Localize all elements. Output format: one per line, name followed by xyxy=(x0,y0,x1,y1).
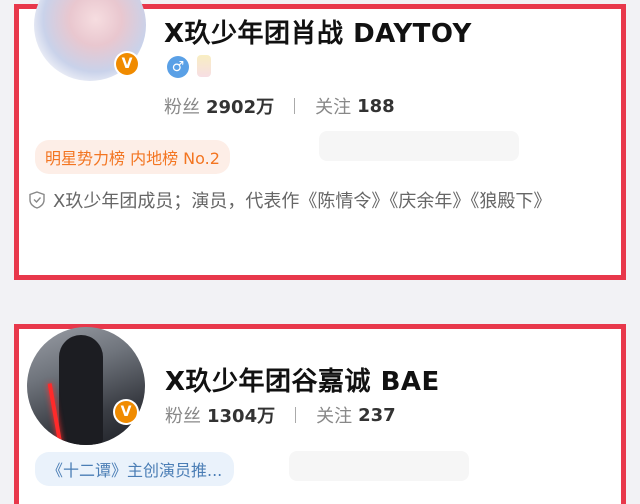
followers-count[interactable]: 2902万 xyxy=(206,93,274,119)
following-count[interactable]: 188 xyxy=(357,96,395,117)
blurred-region xyxy=(289,451,469,481)
verified-icon: V xyxy=(113,399,139,425)
followers-label: 粉丝 xyxy=(164,97,200,118)
level-badge-icon xyxy=(197,55,211,77)
divider xyxy=(294,98,296,114)
following-count[interactable]: 237 xyxy=(358,405,396,426)
user-name[interactable]: X玖少年团肖战 DAYTOY xyxy=(164,13,472,50)
user-card-2[interactable]: V X玖少年团谷嘉诚 BAE 粉丝 1304万 关注 237 《十二谭》主创演员… xyxy=(14,324,626,504)
shield-icon xyxy=(29,191,45,209)
male-icon: ♂ xyxy=(167,56,189,78)
following-label: 关注 xyxy=(316,406,353,427)
rank-badge[interactable]: 明星势力榜 内地榜 No.2 xyxy=(35,140,230,174)
verified-icon: V xyxy=(114,51,140,77)
avatar-figure xyxy=(59,335,103,445)
divider xyxy=(295,407,297,423)
user-card-1[interactable]: V X玖少年团肖战 DAYTOY ♂ 粉丝 2902万 关注 188 明星势力榜… xyxy=(14,0,626,280)
user-name[interactable]: X玖少年团谷嘉诚 BAE xyxy=(165,361,440,398)
works-tag[interactable]: 《十二谭》主创演员推... xyxy=(35,452,235,486)
followers-label: 粉丝 xyxy=(165,406,201,427)
user-bio: X玖少年团成员；演员，代表作《陈情令》《庆余年》《狼殿下》 xyxy=(29,185,613,218)
blurred-region xyxy=(319,131,519,161)
followers-count[interactable]: 1304万 xyxy=(207,402,275,428)
following-label: 关注 xyxy=(315,97,352,118)
user-stats: 粉丝 1304万 关注 237 xyxy=(165,402,396,428)
user-stats: 粉丝 2902万 关注 188 xyxy=(164,93,395,119)
bio-text: X玖少年团成员；演员，代表作《陈情令》《庆余年》《狼殿下》 xyxy=(53,191,552,212)
avatar[interactable] xyxy=(27,327,145,445)
